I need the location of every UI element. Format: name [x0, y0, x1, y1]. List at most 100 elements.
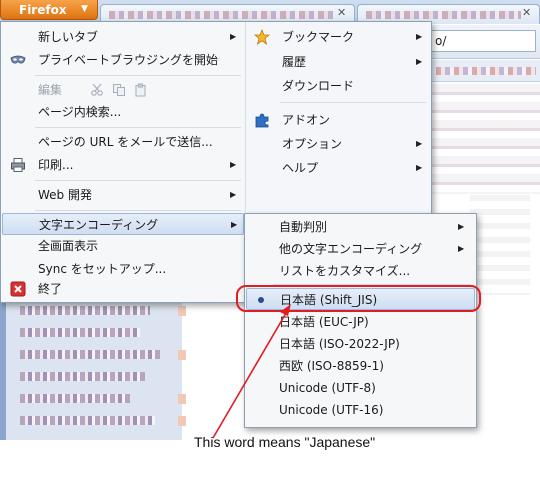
menu-separator: [35, 180, 241, 181]
menu-separator: [35, 127, 241, 128]
submenu-arrow-icon: ▶: [458, 222, 465, 231]
menu-item-encoding-utf-16[interactable]: Unicode (UTF-16): [246, 399, 475, 421]
menu-item-setup-sync[interactable]: Sync をセットアップ...: [2, 258, 244, 280]
submenu-arrow-icon: ▶: [416, 57, 423, 66]
menu-item-encoding-iso-8859-1[interactable]: 西欧 (ISO-8859-1): [246, 355, 475, 377]
submenu-arrow-icon: ▶: [230, 190, 237, 199]
menu-item-label: ダウンロード: [282, 79, 355, 93]
blurred-row: [20, 394, 130, 403]
submenu-arrow-icon: ▶: [416, 139, 423, 148]
submenu-arrow-icon: ▶: [230, 160, 237, 169]
menu-separator: [35, 75, 241, 76]
menu-separator: [35, 210, 241, 211]
chevron-down-icon: ▼: [81, 4, 88, 14]
blurred-row: [20, 350, 160, 359]
menu-item-history[interactable]: 履歴 ▶: [246, 51, 430, 73]
blurred-bookmarks: [436, 67, 536, 75]
submenu-arrow-icon: ▶: [230, 32, 237, 41]
blurred-tab-title: [366, 11, 521, 19]
menu-item-character-encoding[interactable]: 文字エンコーディング ▶: [2, 213, 244, 235]
submenu-arrow-icon: ▶: [416, 163, 423, 172]
menu-item-print[interactable]: 印刷... ▶: [2, 154, 244, 176]
submenu-arrow-icon: ▶: [231, 220, 238, 229]
menu-separator: [280, 102, 426, 103]
menu-item-customize-list[interactable]: リストをカスタマイズ...: [246, 260, 475, 282]
copy-icon: [113, 84, 125, 96]
blurred-row: [20, 328, 140, 337]
menu-item-label: ページ内検索...: [38, 105, 122, 119]
blurred-row: [20, 372, 145, 381]
app-menu-left-column: 新しいタブ ▶ プライベートブラウジングを開始 編集 ページ内検索... ページ…: [1, 22, 245, 302]
blurred-page-list: [0, 300, 186, 440]
blurred-page-content: [470, 195, 530, 295]
menu-item-label: リストをカスタマイズ...: [279, 264, 411, 278]
menu-item-label: 日本語 (ISO-2022-JP): [279, 337, 400, 351]
menu-item-options[interactable]: オプション ▶: [246, 133, 430, 155]
menu-item-auto-detect[interactable]: 自動判別 ▶: [246, 216, 475, 238]
menu-item-label: 全画面表示: [38, 239, 99, 253]
star-icon: [254, 29, 270, 45]
menu-item-label: アドオン: [282, 113, 331, 127]
app-menu-right-column: ブックマーク ▶ 履歴 ▶ ダウンロード アドオン オプション ▶ ヘルプ ▶: [245, 22, 431, 212]
menu-item-label: Unicode (UTF-16): [279, 403, 384, 417]
blurred-mark: [178, 306, 186, 316]
menu-item-label: 終了: [38, 282, 63, 296]
puzzle-piece-icon: [255, 113, 269, 128]
menu-item-label: ブックマーク: [282, 30, 355, 44]
menu-item-email-link[interactable]: ページの URL をメールで送信...: [2, 131, 244, 153]
menu-item-web-developer[interactable]: Web 開発 ▶: [2, 184, 244, 206]
blurred-tab-title: [109, 11, 334, 19]
blurred-row: [20, 416, 155, 425]
menu-item-label: 他の文字エンコーディング: [279, 242, 423, 256]
url-text: o/: [435, 34, 447, 48]
close-tab-icon[interactable]: ✕: [522, 6, 531, 19]
blurred-mark: [178, 350, 186, 360]
menu-item-label: 文字エンコーディング: [39, 218, 159, 232]
submenu-arrow-icon: ▶: [458, 244, 465, 253]
menu-item-label: 日本語 (EUC-JP): [279, 315, 369, 329]
menu-item-label: Web 開発: [38, 188, 92, 202]
exit-icon: [10, 281, 26, 297]
menu-item-encoding-utf-8[interactable]: Unicode (UTF-8): [246, 377, 475, 399]
menu-item-encoding-iso-2022-jp[interactable]: 日本語 (ISO-2022-JP): [246, 333, 475, 355]
annotation-caption: This word means "Japanese": [194, 434, 376, 450]
blurred-row: [20, 306, 150, 315]
menu-item-bookmarks[interactable]: ブックマーク ▶: [246, 26, 430, 48]
menu-item-help[interactable]: ヘルプ ▶: [246, 157, 430, 179]
private-browsing-mask-icon: [10, 55, 26, 64]
menu-item-full-screen[interactable]: 全画面表示: [2, 235, 244, 257]
menu-item-label: Sync をセットアップ...: [38, 262, 167, 276]
close-tab-icon[interactable]: ✕: [337, 6, 346, 19]
menu-item-label: 履歴: [282, 55, 307, 69]
blurred-page-content: [430, 84, 540, 194]
menu-item-label: 編集: [38, 83, 63, 97]
menu-item-downloads[interactable]: ダウンロード: [246, 75, 430, 97]
menu-item-label: ヘルプ: [282, 161, 319, 175]
paste-icon: [135, 83, 146, 97]
menu-item-label: 新しいタブ: [38, 30, 99, 44]
menu-item-edit: 編集: [2, 79, 244, 101]
blurred-mark: [178, 394, 186, 404]
firefox-menu-button[interactable]: Firefox ▼: [0, 0, 98, 20]
menu-item-label: オプション: [282, 137, 343, 151]
menu-item-label: 西欧 (ISO-8859-1): [279, 359, 384, 373]
menu-item-exit[interactable]: 終了: [2, 278, 244, 300]
menu-item-label: Unicode (UTF-8): [279, 381, 376, 395]
menu-item-addons[interactable]: アドオン: [246, 109, 430, 131]
menu-item-label: プライベートブラウジングを開始: [38, 53, 219, 67]
character-encoding-submenu: 自動判別 ▶ 他の文字エンコーディング ▶ リストをカスタマイズ... 日本語 …: [244, 213, 477, 428]
blurred-mark: [178, 416, 186, 426]
submenu-arrow-icon: ▶: [416, 32, 423, 41]
menu-item-label: 自動判別: [279, 220, 328, 234]
menu-item-label: ページの URL をメールで送信...: [38, 135, 213, 149]
menu-item-more-encodings[interactable]: 他の文字エンコーディング ▶: [246, 238, 475, 260]
menu-item-private-browsing[interactable]: プライベートブラウジングを開始: [2, 49, 244, 71]
menu-item-find-in-page[interactable]: ページ内検索...: [2, 101, 244, 123]
url-bar[interactable]: o/: [430, 30, 536, 52]
firefox-menu-label: Firefox: [19, 3, 67, 17]
menu-item-label: 印刷...: [38, 158, 74, 172]
menu-item-encoding-euc-jp[interactable]: 日本語 (EUC-JP): [246, 311, 475, 333]
printer-icon: [11, 158, 25, 172]
cut-icon: [91, 83, 103, 96]
menu-item-new-tab[interactable]: 新しいタブ ▶: [2, 26, 244, 48]
